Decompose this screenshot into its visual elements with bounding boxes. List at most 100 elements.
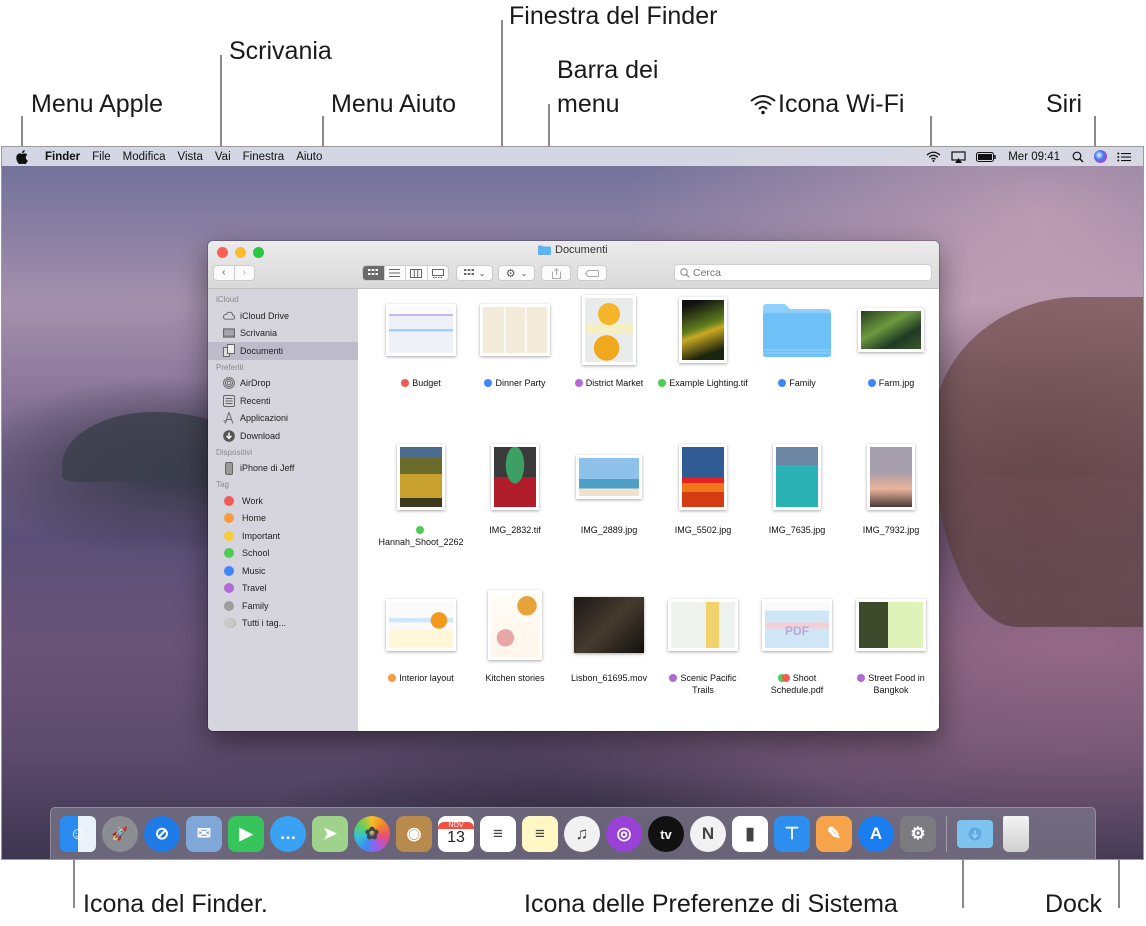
sidebar-item-recenti[interactable]: Recenti (208, 392, 358, 410)
sidebar-tag-music[interactable]: Music (208, 562, 358, 580)
dock-item-news[interactable]: N (690, 816, 726, 852)
sidebar-tag-home[interactable]: Home (208, 510, 358, 528)
file-item-district-market[interactable]: District Market (562, 290, 656, 420)
apple-menu[interactable] (16, 149, 32, 164)
file-item-shoot-schedule-pdf[interactable]: PDF Shoot Schedule.pdf (750, 585, 844, 715)
back-button[interactable]: ‹ (214, 266, 234, 280)
forward-button[interactable]: › (233, 266, 255, 280)
menu-modifica[interactable]: Modifica (123, 151, 166, 163)
file-item-farm-jpg[interactable]: Farm.jpg (844, 290, 938, 420)
sidebar-tag-important[interactable]: Important (208, 527, 358, 545)
file-name: IMG_7932.jpg (844, 524, 938, 536)
thumbnail-image (389, 602, 453, 648)
file-item-img-5502-jpg[interactable]: IMG_5502.jpg (656, 437, 750, 567)
action-menu-button[interactable]: ⚙ ⌄ (498, 265, 535, 281)
sidebar-tag-school[interactable]: School (208, 545, 358, 563)
dock-item-keynote[interactable]: ⊤ (774, 816, 810, 852)
file-item-example-lighting-tif[interactable]: Example Lighting.tif (656, 290, 750, 420)
menu-vista[interactable]: Vista (178, 151, 203, 163)
sidebar-item-iphone-di-jeff[interactable]: iPhone di Jeff (208, 460, 358, 478)
menu-file[interactable]: File (92, 151, 111, 163)
zoom-button[interactable] (253, 247, 264, 258)
desktop-icon (223, 327, 235, 339)
thumbnail-image (483, 307, 547, 353)
menu-vai[interactable]: Vai (215, 151, 231, 163)
dock-item-preferenze-di-sistema[interactable]: ⚙ (900, 816, 936, 852)
sidebar-tag-tutti-i-tag[interactable]: Tutti i tag... (208, 615, 358, 633)
minimize-button[interactable] (235, 247, 246, 258)
column-view-button[interactable] (405, 266, 427, 280)
notification-center-icon[interactable] (1117, 152, 1131, 162)
file-item-budget[interactable]: Budget (374, 290, 468, 420)
menu-clock[interactable]: Mer 09:41 (1008, 151, 1060, 163)
dock-item-facetime[interactable]: ▶ (228, 816, 264, 852)
file-item-img-7635-jpg[interactable]: IMG_7635.jpg (750, 437, 844, 567)
dock-item-numbers[interactable]: ▮ (732, 816, 768, 852)
dock-item-podcast[interactable]: ◎ (606, 816, 642, 852)
sidebar-tag-label: Work (242, 495, 263, 506)
airplay-icon[interactable] (951, 150, 966, 163)
sidebar-item-scrivania[interactable]: Scrivania (208, 325, 358, 343)
sidebar-tag-travel[interactable]: Travel (208, 580, 358, 598)
dock-item-pages[interactable]: ✎ (816, 816, 852, 852)
sidebar-tag-label: Travel (242, 583, 267, 594)
file-item-hannah-shoot-2262[interactable]: Hannah_Shoot_2262 (374, 437, 468, 567)
sidebar-item-download[interactable]: Download (208, 427, 358, 445)
siri-icon[interactable] (1094, 150, 1107, 163)
menu-finder[interactable]: Finder (45, 151, 80, 163)
sidebar-tag-family[interactable]: Family (208, 597, 358, 615)
file-item-img-2889-jpg[interactable]: IMG_2889.jpg (562, 437, 656, 567)
file-item-kitchen-stories[interactable]: Kitchen stories (468, 585, 562, 715)
share-button[interactable] (541, 265, 571, 281)
dock-item-note[interactable]: ≡ (522, 816, 558, 852)
dock-item-mappe[interactable]: ➤ (312, 816, 348, 852)
sidebar-tag-work[interactable]: Work (208, 492, 358, 510)
dock-item-finder[interactable]: ☺ (60, 816, 96, 852)
file-item-family[interactable]: Family (750, 290, 844, 420)
wifi-icon[interactable] (926, 151, 941, 162)
dock-item-safari[interactable]: ⊘ (144, 816, 180, 852)
dock-item-messaggi[interactable]: … (270, 816, 306, 852)
file-item-scenic-pacific-trails[interactable]: Scenic Pacific Trails (656, 585, 750, 715)
file-item-lisbon-61695-mov[interactable]: Lisbon_61695.mov (562, 585, 656, 715)
trash-icon[interactable] (1003, 816, 1029, 852)
sidebar-item-applicazioni[interactable]: Applicazioni (208, 410, 358, 428)
icon-view-button[interactable] (363, 266, 384, 280)
sidebar-item-airdrop[interactable]: AirDrop (208, 375, 358, 393)
search-input[interactable] (693, 266, 913, 279)
dock-item-contatti[interactable]: ◉ (396, 816, 432, 852)
tags-button[interactable] (577, 265, 607, 281)
battery-icon[interactable] (976, 151, 996, 162)
file-item-street-food-in-bangkok[interactable]: Street Food in Bangkok (844, 585, 938, 715)
menu-finestra[interactable]: Finestra (243, 151, 285, 163)
list-view-button[interactable] (383, 266, 406, 280)
file-item-dinner-party[interactable]: Dinner Party (468, 290, 562, 420)
dock-item-mail[interactable]: ✉ (186, 816, 222, 852)
file-item-img-2832-tif[interactable]: IMG_2832.tif (468, 437, 562, 567)
dock-item-tv[interactable]: tv (648, 816, 684, 852)
dock-item-foto[interactable]: ✿ (354, 816, 390, 852)
group-by-button[interactable]: ⌄ (456, 265, 493, 281)
file-item-img-7932-jpg[interactable]: IMG_7932.jpg (844, 437, 938, 567)
search-field[interactable] (674, 264, 932, 281)
dock-item-app-store[interactable]: A (858, 816, 894, 852)
close-button[interactable] (217, 247, 228, 258)
sidebar-heading-icloud: iCloud (216, 295, 239, 304)
sidebar-item-documenti[interactable]: Documenti (208, 342, 358, 360)
finder-content-icon-grid[interactable]: Budget Dinner Party District Market Example… (358, 289, 939, 731)
dock-item-promemoria[interactable]: ≡ (480, 816, 516, 852)
gallery-view-button[interactable] (426, 266, 449, 280)
desktop[interactable]: Finder File Modifica Vista Vai Finestra … (1, 146, 1144, 860)
spotlight-search-icon[interactable] (1072, 151, 1084, 163)
menu-aiuto[interactable]: Aiuto (296, 151, 322, 163)
dock-item-launchpad[interactable]: 🚀 (102, 816, 138, 852)
downloads-folder-icon[interactable] (957, 820, 993, 848)
sidebar-item-icloud-drive[interactable]: iCloud Drive (208, 307, 358, 325)
tag-color-dot-icon (224, 600, 234, 611)
menu-bar: Finder File Modifica Vista Vai Finestra … (2, 147, 1143, 166)
file-thumbnail-area (844, 290, 938, 370)
dock-item-calendario[interactable]: NOV 13 (438, 816, 474, 852)
dock-item-musica[interactable]: ♫ (564, 816, 600, 852)
file-name: IMG_2889.jpg (562, 524, 656, 536)
file-item-interior-layout[interactable]: Interior layout (374, 585, 468, 715)
